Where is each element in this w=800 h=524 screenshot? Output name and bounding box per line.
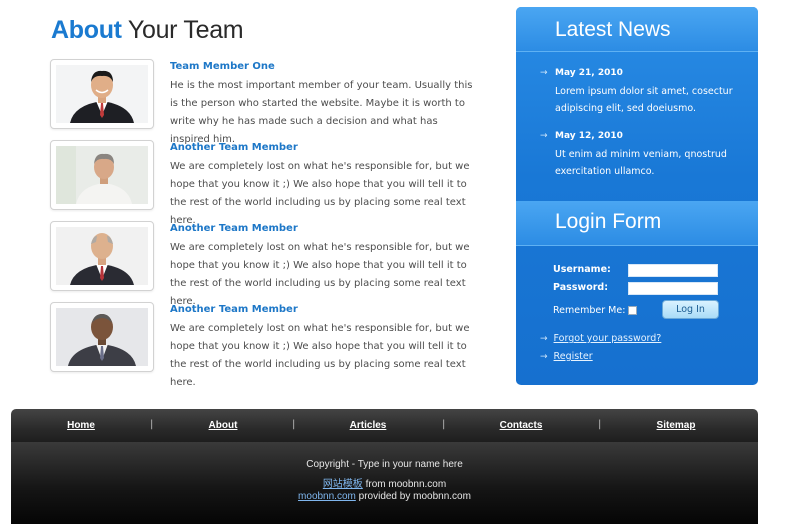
team-member: Another Team Member We are completely lo… — [50, 140, 480, 226]
footer-template-link[interactable]: 网站模板 — [323, 479, 363, 490]
news-item: → May 12, 2010 Ut enim ad minim veniam, … — [540, 131, 750, 177]
member-photo — [56, 65, 148, 123]
footer-separator: | — [442, 419, 446, 430]
footer-provider-text: provided by moobnn.com — [355, 491, 471, 502]
arrow-right-icon: → — [540, 131, 548, 141]
news-date: May 21, 2010 — [555, 68, 623, 78]
login-title: Login Form — [555, 210, 662, 233]
password-input[interactable] — [628, 282, 718, 295]
page-title-rest: Your Team — [121, 16, 244, 44]
remember-me-label: Remember Me: — [553, 305, 626, 316]
news-title: Latest News — [555, 18, 671, 41]
member-photo — [56, 146, 148, 204]
footer-nav: Home | About | Articles | Contacts | Sit… — [11, 409, 758, 442]
footer-credit-line: 网站模板 from moobnn.com — [11, 475, 758, 490]
page-title: About Your Team — [51, 16, 244, 45]
footer-link-about[interactable]: About — [209, 420, 238, 431]
arrow-right-icon: → — [540, 334, 548, 344]
member-bio: We are completely lost on what he's resp… — [170, 323, 470, 388]
arrow-right-icon: → — [540, 68, 548, 78]
footer-provider-link[interactable]: moobnn.com — [298, 491, 356, 502]
footer-bottom: Copyright - Type in your name here 网站模板 … — [11, 442, 758, 524]
footer-separator: | — [292, 419, 296, 430]
footer-link-contacts[interactable]: Contacts — [500, 420, 543, 431]
news-text: Ut enim ad minim veniam, qnostrud exerci… — [555, 149, 727, 177]
forgot-password-link[interactable]: → Forgot your password? — [540, 326, 661, 345]
member-photo-frame — [50, 59, 154, 129]
team-member: Team Member One He is the most important… — [50, 59, 480, 145]
page-title-accent: About — [51, 16, 122, 44]
footer-separator: | — [150, 419, 154, 430]
username-label: Username: — [553, 264, 611, 275]
member-bio: We are completely lost on what he's resp… — [170, 242, 470, 307]
member-photo-frame — [50, 302, 154, 372]
login-button[interactable]: Log In — [662, 300, 719, 319]
footer-link-home[interactable]: Home — [67, 420, 95, 431]
news-item: → May 21, 2010 Lorem ipsum dolor sit ame… — [540, 68, 750, 114]
forgot-password-label: Forgot your password? — [553, 333, 662, 344]
footer-separator: | — [598, 419, 602, 430]
footer-link-sitemap[interactable]: Sitemap — [657, 420, 696, 431]
news-text: Lorem ipsum dolor sit amet, cosectur adi… — [555, 86, 733, 114]
register-label: Register — [553, 351, 593, 362]
member-photo-frame — [50, 140, 154, 210]
footer-provider-line: moobnn.com provided by moobnn.com — [11, 491, 758, 502]
member-name[interactable]: Another Team Member — [170, 142, 298, 153]
member-name[interactable]: Another Team Member — [170, 223, 298, 234]
member-photo — [56, 227, 148, 285]
footer-link-articles[interactable]: Articles — [350, 420, 387, 431]
username-input[interactable] — [628, 264, 718, 277]
member-name[interactable]: Team Member One — [170, 61, 275, 72]
member-bio: He is the most important member of your … — [170, 80, 473, 145]
member-photo-frame — [50, 221, 154, 291]
password-label: Password: — [553, 282, 609, 293]
sidebar: Latest News → May 21, 2010 Lorem ipsum d… — [516, 7, 758, 385]
arrow-right-icon: → — [540, 352, 548, 362]
member-name[interactable]: Another Team Member — [170, 304, 298, 315]
member-bio: We are completely lost on what he's resp… — [170, 161, 470, 226]
remember-me-checkbox[interactable] — [628, 306, 637, 315]
team-member: Another Team Member We are completely lo… — [50, 302, 480, 388]
member-photo — [56, 308, 148, 366]
news-date: May 12, 2010 — [555, 131, 623, 141]
team-member: Another Team Member We are completely lo… — [50, 221, 480, 307]
footer-credit-text: from moobnn.com — [362, 479, 447, 490]
register-link[interactable]: → Register — [540, 344, 593, 363]
footer-copyright: Copyright - Type in your name here — [306, 459, 463, 470]
